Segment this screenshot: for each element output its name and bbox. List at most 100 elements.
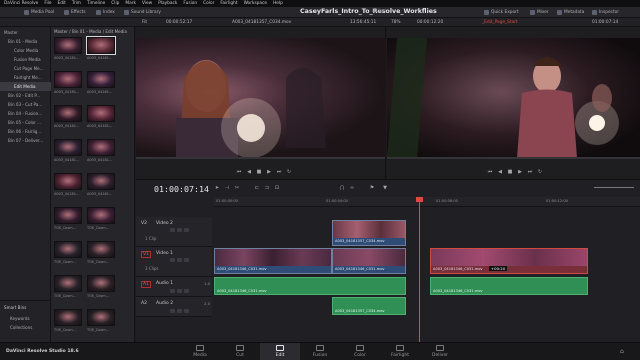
track-name[interactable]: Video 2 (156, 221, 173, 226)
insert-clip-icon[interactable]: ⊏ (254, 186, 260, 191)
clip-thumbnail[interactable] (54, 37, 82, 54)
effects-button[interactable]: Effects (64, 9, 86, 16)
trim-tool-icon[interactable]: ⊣ (224, 186, 230, 191)
quick-export-button[interactable]: Quick Export (484, 9, 519, 16)
video-clip-v1[interactable]: A003_04181346_C031.mov (332, 248, 406, 274)
visibility-icon[interactable] (184, 258, 189, 262)
clip-thumbnail[interactable] (54, 275, 82, 292)
menu-timeline[interactable]: Timeline (87, 1, 105, 6)
lock-icon[interactable] (170, 289, 175, 293)
play-icon[interactable]: ▶ (517, 170, 523, 175)
menu-playback[interactable]: Playback (158, 1, 177, 6)
playhead[interactable] (419, 197, 420, 343)
bin-item-selected[interactable]: Edit Media (0, 82, 51, 91)
video-clip-v1-selected[interactable]: A003_04181346_C031.mov +00:20 (430, 248, 588, 274)
home-icon[interactable]: ⌂ (620, 348, 624, 355)
clip-thumbnail[interactable] (54, 71, 82, 88)
video-clip-v1[interactable]: A003_04181346_C031.mov (214, 248, 332, 274)
clip-thumbnail[interactable] (87, 105, 115, 122)
visibility-icon[interactable] (184, 228, 189, 232)
clip-thumbnail[interactable] (87, 241, 115, 258)
solo-icon[interactable] (177, 309, 182, 313)
menu-clip[interactable]: Clip (111, 1, 119, 6)
zoom-slider[interactable] (594, 187, 634, 188)
clip-thumbnail[interactable] (54, 139, 82, 156)
source-video-frame[interactable] (136, 38, 386, 158)
track-id[interactable]: A1 (141, 281, 151, 288)
timeline-viewer-zoom[interactable]: 78% (391, 20, 401, 25)
track-header-a1[interactable]: A1 Audio 1 1.0 (136, 277, 212, 297)
source-scrubber[interactable] (136, 157, 385, 159)
tab-fusion[interactable]: Fusion (300, 343, 340, 360)
timeline-ruler[interactable]: 01:00:00:00 01:00:04:00 01:00:08:00 01:0… (214, 197, 640, 207)
tab-deliver[interactable]: Deliver (420, 343, 460, 360)
bin-item[interactable]: Cut Page Me... (0, 64, 51, 73)
media-pool-button[interactable]: Media Pool (24, 9, 54, 16)
clip-thumbnail[interactable] (54, 241, 82, 258)
clip-thumbnail[interactable] (54, 173, 82, 190)
track-id[interactable]: V1 (141, 251, 151, 258)
loop-icon[interactable]: ↻ (286, 170, 292, 175)
tab-color[interactable]: Color (340, 343, 380, 360)
stop-icon[interactable]: ■ (507, 170, 513, 175)
menu-edit[interactable]: Edit (58, 1, 66, 6)
smart-bin-keywords[interactable]: Keywords (0, 314, 51, 323)
menu-fairlight[interactable]: Fairlight (220, 1, 237, 6)
sound-library-button[interactable]: Sound Library (124, 9, 161, 16)
track-name[interactable]: Video 1 (156, 251, 173, 256)
source-clip-name[interactable]: A003_04181357_C034.mov (232, 20, 291, 25)
metadata-button[interactable]: Metadata (557, 9, 584, 16)
clip-thumbnail[interactable] (87, 139, 115, 156)
tab-edit[interactable]: Edit (260, 343, 300, 360)
index-button[interactable]: Index (96, 9, 115, 16)
bin-item[interactable]: Bin 04 - Fusion... (0, 109, 51, 118)
overwrite-clip-icon[interactable]: ⊐ (264, 186, 270, 191)
selection-tool-icon[interactable]: ➤ (214, 186, 220, 191)
blade-tool-icon[interactable]: ✂ (234, 186, 240, 191)
audio-clip-a1[interactable]: A003_04181346_C031.mov (214, 277, 406, 295)
flag-icon[interactable]: ⚑ (369, 186, 375, 191)
timeline-name-dropdown[interactable]: _Edit_Page_Start (482, 20, 518, 25)
track-name[interactable]: Audio 1 (156, 281, 173, 286)
mixer-button[interactable]: Mixer (530, 9, 549, 16)
jump-end-icon[interactable]: ⏭ (527, 170, 533, 175)
tab-media[interactable]: Media (180, 343, 220, 360)
smart-bin-collections[interactable]: Collections (0, 323, 51, 332)
mute-icon[interactable] (184, 309, 189, 313)
lock-icon[interactable] (170, 258, 175, 262)
jump-start-icon[interactable]: ⏮ (487, 170, 493, 175)
play-reverse-icon[interactable]: ◀ (246, 170, 252, 175)
timeline-video-frame[interactable] (387, 38, 640, 158)
bin-item[interactable]: Fairlight Me... (0, 73, 51, 82)
lock-icon[interactable] (170, 228, 175, 232)
lock-icon[interactable] (170, 309, 175, 313)
tab-cut[interactable]: Cut (220, 343, 260, 360)
bin-item[interactable]: Bin 06 - Fairlig... (0, 127, 51, 136)
clip-thumbnail[interactable] (86, 36, 116, 55)
auto-select-icon[interactable] (177, 258, 182, 262)
linked-selection-icon[interactable]: ∞ (349, 186, 355, 191)
menu-mark[interactable]: Mark (125, 1, 136, 6)
audio-clip-a1[interactable]: A003_04181346_C031.mov (430, 277, 588, 295)
play-reverse-icon[interactable]: ◀ (497, 170, 503, 175)
tab-fairlight[interactable]: Fairlight (380, 343, 420, 360)
menu-fusion[interactable]: Fusion (183, 1, 197, 6)
clip-thumbnail[interactable] (87, 173, 115, 190)
source-zoom[interactable]: Fit (142, 20, 147, 25)
inspector-button[interactable]: Inspector (592, 9, 619, 16)
clip-thumbnail[interactable] (54, 207, 82, 224)
video-clip-v2[interactable]: A003_04181357_C034.mov (332, 220, 406, 246)
clip-thumbnail[interactable] (87, 309, 115, 326)
menu-workspace[interactable]: Workspace (244, 1, 268, 6)
snapping-icon[interactable]: ⋂ (339, 186, 345, 191)
menu-help[interactable]: Help (273, 1, 283, 6)
mute-icon[interactable] (184, 289, 189, 293)
timeline-scrubber[interactable] (387, 157, 640, 159)
solo-icon[interactable] (177, 289, 182, 293)
bin-item[interactable]: Bin 03 - Cut Pa... (0, 100, 51, 109)
track-header-v2[interactable]: V2 Video 2 1 Clip (136, 217, 212, 247)
bin-item[interactable]: Bin 07 - Deliver... (0, 136, 51, 145)
menu-view[interactable]: View (142, 1, 152, 6)
jump-end-icon[interactable]: ⏭ (276, 170, 282, 175)
bin-item[interactable]: Bin 02 - Edit P... (0, 91, 51, 100)
